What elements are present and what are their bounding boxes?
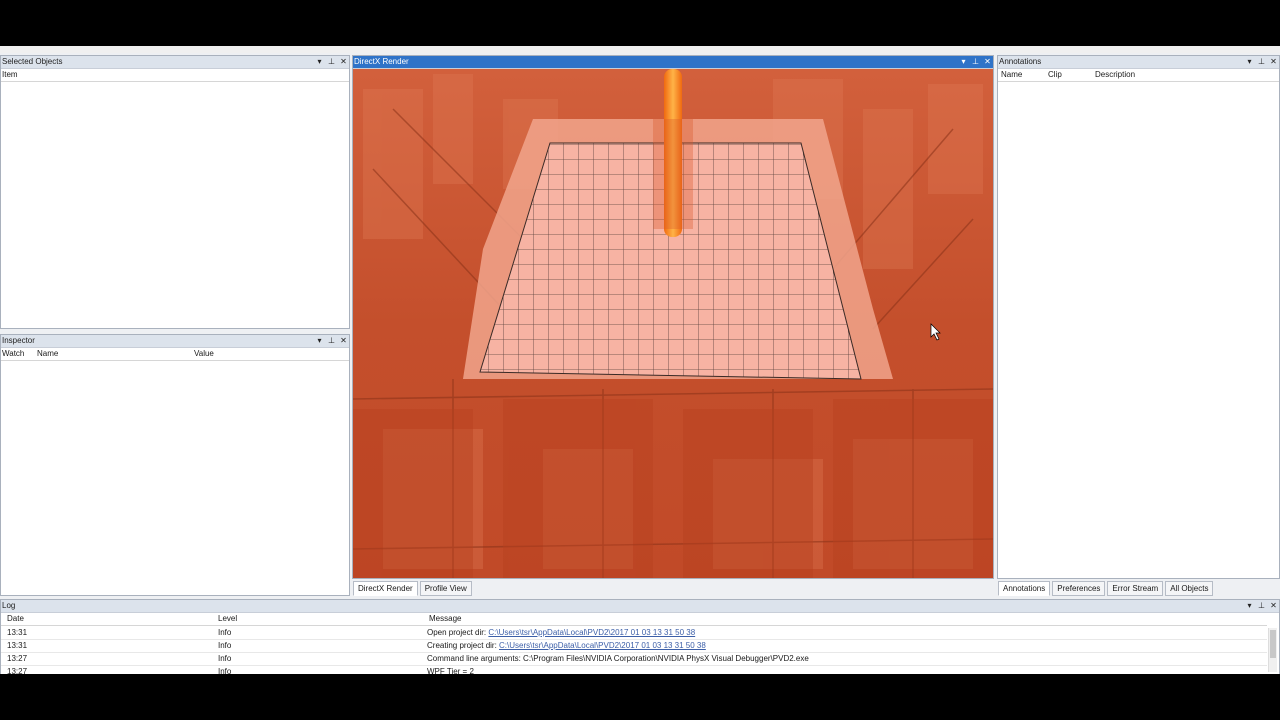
log-message-link[interactable]: C:\Users\tsr\AppData\Local\PVD2\2017 01 … xyxy=(488,628,695,637)
inspector-header: Watch Name Value xyxy=(1,348,349,361)
log-level: Info xyxy=(218,667,232,674)
log-row[interactable]: 13:27 Info Command line arguments: C:\Pr… xyxy=(1,652,1267,666)
log-date: 13:27 xyxy=(7,667,28,674)
log-title: Log xyxy=(2,601,16,610)
dropdown-icon[interactable]: ▾ xyxy=(1246,600,1253,612)
close-icon[interactable]: ✕ xyxy=(340,335,347,347)
log-message: Creating project dir: C:\Users\tsr\AppDa… xyxy=(427,639,706,652)
tab-error-stream[interactable]: Error Stream xyxy=(1107,581,1164,596)
annotations-panel: Annotations ▾ ⊥ ✕ Name Clip Description xyxy=(997,55,1280,579)
log-message: WPF Tier = 2 xyxy=(427,667,474,674)
column-date[interactable]: Date xyxy=(7,613,24,625)
directx-render-title: DirectX Render xyxy=(354,57,409,66)
annotations-title-bar[interactable]: Annotations ▾ ⊥ ✕ xyxy=(998,56,1279,69)
column-watch[interactable]: Watch xyxy=(2,348,24,360)
tab-directx-render[interactable]: DirectX Render xyxy=(353,581,418,596)
log-title-bar[interactable]: Log ▾ ⊥ ✕ xyxy=(1,600,1279,613)
dropdown-icon[interactable]: ▾ xyxy=(316,56,323,68)
selected-objects-panel: Selected Objects ▾ ⊥ ✕ Item xyxy=(0,55,350,329)
log-row[interactable]: 13:31 Info Creating project dir: C:\User… xyxy=(1,639,1267,653)
log-scrollbar-thumb[interactable] xyxy=(1270,630,1276,658)
close-icon[interactable]: ✕ xyxy=(1270,600,1277,612)
log-message: Command line arguments: C:\Program Files… xyxy=(427,654,809,663)
menu-bar xyxy=(0,46,1280,53)
column-value[interactable]: Value xyxy=(194,348,214,360)
log-message-text: Open project dir: xyxy=(427,628,489,637)
log-date: 13:31 xyxy=(7,641,28,650)
column-message[interactable]: Message xyxy=(429,613,461,625)
tab-profile-view[interactable]: Profile View xyxy=(419,581,472,596)
log-date: 13:27 xyxy=(7,654,28,663)
column-name[interactable]: Name xyxy=(37,348,58,360)
log-panel: Log ▾ ⊥ ✕ Date Level Message 13:31 Info … xyxy=(0,599,1280,674)
render-viewport[interactable] xyxy=(353,69,993,578)
selected-objects-header: Item xyxy=(1,69,349,82)
tab-all-objects[interactable]: All Objects xyxy=(1165,581,1214,596)
log-message-text: Creating project dir: xyxy=(427,641,500,650)
log-row[interactable]: 13:27 Info WPF Tier = 2 xyxy=(1,665,1267,674)
inspector-panel: Inspector ▾ ⊥ ✕ Watch Name Value xyxy=(0,334,350,596)
selected-objects-title-bar[interactable]: Selected Objects ▾ ⊥ ✕ xyxy=(1,56,349,69)
tab-preferences[interactable]: Preferences xyxy=(1052,581,1106,596)
render-tab-strip: DirectX Render Profile View xyxy=(353,581,472,596)
log-message-link[interactable]: C:\Users\tsr\AppData\Local\PVD2\2017 01 … xyxy=(499,641,706,650)
column-name[interactable]: Name xyxy=(1001,69,1022,81)
column-item[interactable]: Item xyxy=(2,69,18,81)
column-description[interactable]: Description xyxy=(1095,69,1135,81)
log-level: Info xyxy=(218,628,232,637)
directx-render-panel: DirectX Render ▾ ⊥ ✕ xyxy=(352,55,994,579)
dropdown-icon[interactable]: ▾ xyxy=(1246,56,1253,68)
pin-icon[interactable]: ⊥ xyxy=(328,335,335,347)
selected-objects-title: Selected Objects xyxy=(2,57,63,66)
log-message: Open project dir: C:\Users\tsr\AppData\L… xyxy=(427,626,695,639)
column-level[interactable]: Level xyxy=(218,613,237,625)
annotations-header: Name Clip Description xyxy=(998,69,1279,82)
inspector-title: Inspector xyxy=(2,336,35,345)
directx-render-title-bar[interactable]: DirectX Render ▾ ⊥ ✕ xyxy=(353,56,993,69)
dropdown-icon[interactable]: ▾ xyxy=(316,335,323,347)
close-icon[interactable]: ✕ xyxy=(984,56,991,68)
tab-annotations[interactable]: Annotations xyxy=(998,581,1051,596)
log-date: 13:31 xyxy=(7,628,28,637)
log-level: Info xyxy=(218,654,232,663)
pvd-app-window: Selected Objects ▾ ⊥ ✕ Item Inspector ▾ … xyxy=(0,46,1280,674)
close-icon[interactable]: ✕ xyxy=(340,56,347,68)
log-scrollbar[interactable] xyxy=(1268,628,1277,672)
log-level: Info xyxy=(218,641,232,650)
pin-icon[interactable]: ⊥ xyxy=(972,56,979,68)
inspector-title-bar[interactable]: Inspector ▾ ⊥ ✕ xyxy=(1,335,349,348)
annotations-tab-strip: Annotations Preferences Error Stream All… xyxy=(998,581,1214,596)
annotations-title: Annotations xyxy=(999,57,1042,66)
close-icon[interactable]: ✕ xyxy=(1270,56,1277,68)
log-row[interactable]: 13:31 Info Open project dir: C:\Users\ts… xyxy=(1,626,1267,640)
pin-icon[interactable]: ⊥ xyxy=(1258,56,1265,68)
pin-icon[interactable]: ⊥ xyxy=(328,56,335,68)
column-clip[interactable]: Clip xyxy=(1048,69,1062,81)
pin-icon[interactable]: ⊥ xyxy=(1258,600,1265,612)
dropdown-icon[interactable]: ▾ xyxy=(960,56,967,68)
log-header: Date Level Message xyxy=(1,613,1267,626)
physx-scene[interactable] xyxy=(353,69,993,578)
